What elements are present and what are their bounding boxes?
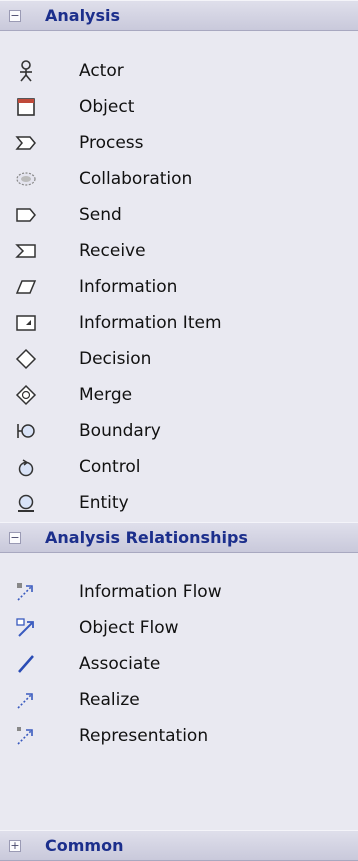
toolbox-item-boundary[interactable]: Boundary: [0, 413, 358, 449]
item-label: Receive: [79, 241, 146, 261]
information-icon: [15, 276, 37, 298]
toolbox-item-representation[interactable]: Representation: [0, 718, 358, 754]
item-label: Process: [79, 133, 144, 153]
object-icon: [15, 96, 37, 118]
item-label: Entity: [79, 493, 129, 513]
toolbox-item-object-flow[interactable]: Object Flow: [0, 610, 358, 646]
item-label: Merge: [79, 385, 133, 405]
item-label: Associate: [79, 654, 161, 674]
merge-icon: [15, 384, 37, 406]
item-label: Collaboration: [79, 169, 193, 189]
group-header-common[interactable]: + Common: [0, 830, 358, 861]
receive-icon: [15, 240, 37, 262]
item-label: Decision: [79, 349, 152, 369]
group-title: Analysis Relationships: [45, 528, 248, 547]
toolbox-item-decision[interactable]: Decision: [0, 341, 358, 377]
toolbox-item-information-flow[interactable]: Information Flow: [0, 574, 358, 610]
representation-icon: [15, 725, 37, 747]
toolbox-item-merge[interactable]: Merge: [0, 377, 358, 413]
item-label: Actor: [79, 61, 124, 81]
toolbox-item-entity[interactable]: Entity: [0, 485, 358, 521]
toolbox-item-process[interactable]: Process: [0, 125, 358, 161]
toolbox-item-send[interactable]: Send: [0, 197, 358, 233]
item-label: Object: [79, 97, 135, 117]
collapse-toggle[interactable]: −: [9, 531, 21, 544]
realize-icon: [15, 689, 37, 711]
item-label: Send: [79, 205, 122, 225]
collaboration-icon: [15, 168, 37, 190]
toolbox-item-control[interactable]: Control: [0, 449, 358, 485]
item-label: Control: [79, 457, 141, 477]
toolbox-item-information[interactable]: Information: [0, 269, 358, 305]
associate-icon: [15, 653, 37, 675]
item-label: Information Item: [79, 313, 222, 333]
object-flow-icon: [15, 617, 37, 639]
toolbox-item-receive[interactable]: Receive: [0, 233, 358, 269]
item-label: Information Flow: [79, 582, 222, 602]
item-label: Realize: [79, 690, 140, 710]
group-header-analysis-relationships[interactable]: − Analysis Relationships: [0, 522, 358, 553]
group-title: Common: [45, 836, 124, 855]
toolbox-item-actor[interactable]: Actor: [0, 53, 358, 89]
toolbox-item-object[interactable]: Object: [0, 89, 358, 125]
group-header-analysis[interactable]: − Analysis: [0, 0, 358, 31]
send-icon: [15, 204, 37, 226]
boundary-icon: [15, 420, 37, 442]
item-label: Object Flow: [79, 618, 179, 638]
information-flow-icon: [15, 581, 37, 603]
toolbox-item-realize[interactable]: Realize: [0, 682, 358, 718]
item-label: Representation: [79, 726, 209, 746]
decision-icon: [15, 348, 37, 370]
toolbox-item-collaboration[interactable]: Collaboration: [0, 161, 358, 197]
item-label: Information: [79, 277, 178, 297]
toolbox-panel: − Analysis Actor Object Process Collabor…: [0, 0, 358, 861]
toolbox-item-information-item[interactable]: Information Item: [0, 305, 358, 341]
entity-icon: [15, 492, 37, 514]
information-item-icon: [15, 312, 37, 334]
control-icon: [15, 456, 37, 478]
item-label: Boundary: [79, 421, 161, 441]
collapse-toggle[interactable]: −: [9, 9, 21, 22]
expand-toggle[interactable]: +: [9, 839, 21, 852]
actor-icon: [15, 60, 37, 82]
toolbox-item-associate[interactable]: Associate: [0, 646, 358, 682]
group-title: Analysis: [45, 6, 121, 25]
process-icon: [15, 132, 37, 154]
